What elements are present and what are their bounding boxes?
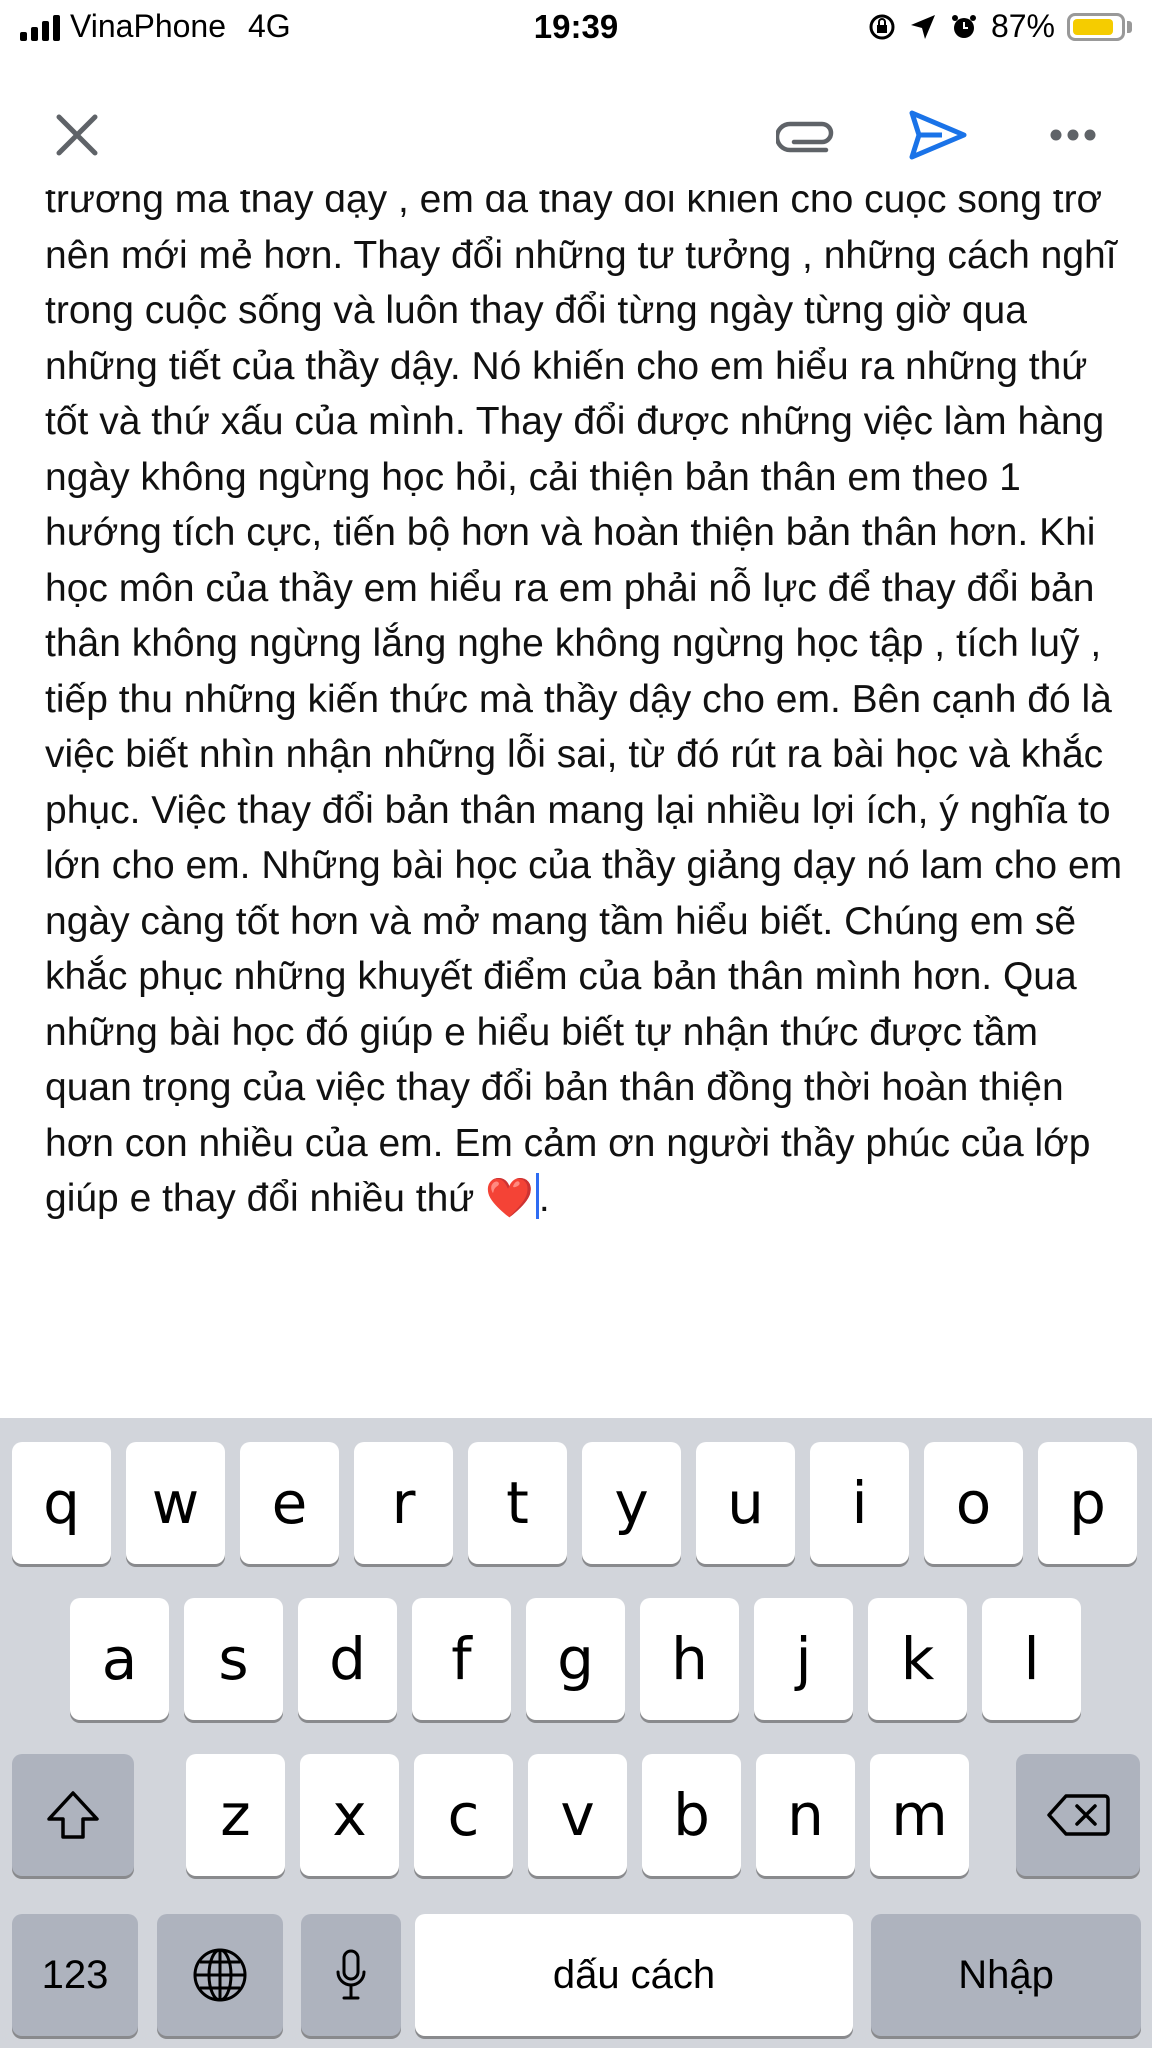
backspace-icon [1047, 1794, 1110, 1836]
key-q[interactable]: q [12, 1442, 111, 1564]
key-c[interactable]: c [414, 1754, 513, 1876]
message-text: trương mà thầy dậy , em đã thay đổi khiế… [45, 190, 1123, 1220]
battery-cap [1127, 20, 1132, 33]
shift-key[interactable] [12, 1754, 134, 1876]
microphone-icon [336, 1949, 366, 2000]
key-b[interactable]: b [642, 1754, 741, 1876]
key-v[interactable]: v [528, 1754, 627, 1876]
location-icon [910, 14, 935, 39]
key-d[interactable]: d [298, 1598, 397, 1720]
key-x[interactable]: x [300, 1754, 399, 1876]
key-f[interactable]: f [412, 1598, 511, 1720]
close-button[interactable] [42, 100, 112, 170]
key-t[interactable]: t [468, 1442, 567, 1564]
orientation-lock-icon [869, 14, 895, 39]
more-options-button[interactable] [1038, 100, 1108, 170]
battery-icon [1067, 12, 1125, 41]
key-i[interactable]: i [810, 1442, 909, 1564]
key-n[interactable]: n [756, 1754, 855, 1876]
shift-icon [47, 1791, 99, 1839]
compose-toolbar [0, 80, 1152, 190]
battery-fill [1073, 18, 1113, 35]
key-r[interactable]: r [354, 1442, 453, 1564]
status-right: 87% [867, 8, 1132, 45]
microphone-key[interactable] [301, 1914, 401, 2036]
send-button[interactable] [903, 100, 973, 170]
key-k[interactable]: k [868, 1598, 967, 1720]
message-text-container: trương mà thầy dậy , em đã thay đổi khiế… [45, 190, 1125, 1227]
alarm-icon [951, 14, 976, 38]
key-s[interactable]: s [184, 1598, 283, 1720]
globe-icon [193, 1948, 247, 2002]
key-e[interactable]: e [240, 1442, 339, 1564]
key-g[interactable]: g [526, 1598, 625, 1720]
globe-key[interactable] [157, 1914, 283, 2036]
key-a[interactable]: a [70, 1598, 169, 1720]
space-key[interactable]: dấu cách [415, 1914, 853, 2036]
more-icon [1050, 129, 1096, 141]
key-l[interactable]: l [982, 1598, 1081, 1720]
paperclip-icon [776, 121, 834, 153]
key-u[interactable]: u [696, 1442, 795, 1564]
return-key[interactable]: Nhập [871, 1914, 1141, 2036]
key-y[interactable]: y [582, 1442, 681, 1564]
heart-emoji: ❤️ [485, 1177, 534, 1220]
message-body[interactable]: trương mà thầy dậy , em đã thay đổi khiế… [45, 190, 1125, 1418]
close-icon [56, 114, 98, 156]
key-w[interactable]: w [126, 1442, 225, 1564]
key-z[interactable]: z [186, 1754, 285, 1876]
battery-percent: 87% [990, 8, 1055, 44]
numbers-key[interactable]: 123 [12, 1914, 138, 2036]
backspace-key[interactable] [1016, 1754, 1140, 1876]
key-j[interactable]: j [754, 1598, 853, 1720]
send-icon [909, 110, 967, 160]
key-p[interactable]: p [1038, 1442, 1137, 1564]
status-bar: VinaPhone 4G 19:39 87% [0, 0, 1152, 60]
key-o[interactable]: o [924, 1442, 1023, 1564]
attach-button[interactable] [772, 100, 842, 170]
keyboard: qwertyuiop asdfghjkl zxcvbnm 123 dấu các… [0, 1418, 1152, 2048]
key-h[interactable]: h [640, 1598, 739, 1720]
message-end-char: . [538, 1177, 550, 1220]
key-m[interactable]: m [870, 1754, 969, 1876]
